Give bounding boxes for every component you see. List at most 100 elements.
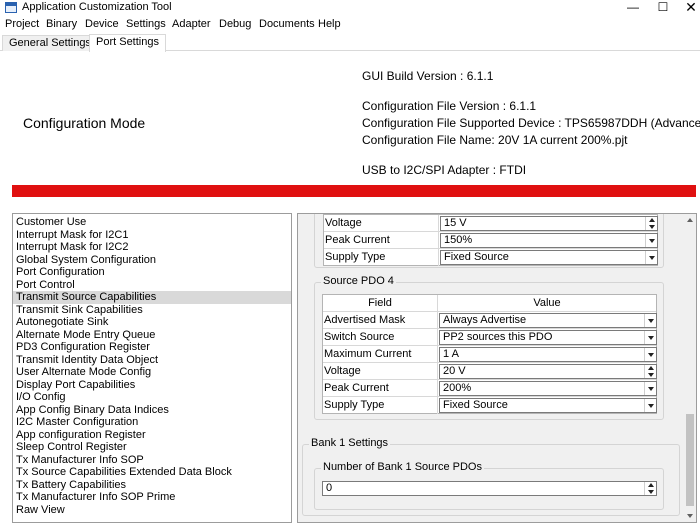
list-item[interactable]: Display Port Capabilities xyxy=(13,379,291,392)
table-row: Voltage 15 V xyxy=(324,215,658,232)
maximize-button[interactable]: ☐ xyxy=(648,0,678,16)
voltage-spinbox[interactable]: 20 V xyxy=(439,364,657,379)
list-item[interactable]: App Config Binary Data Indices xyxy=(13,404,291,417)
chevron-down-icon[interactable] xyxy=(644,314,656,327)
cell-value: Fixed Source xyxy=(444,251,509,263)
cell-value: 150% xyxy=(444,234,473,246)
spin-arrows-icon[interactable] xyxy=(644,365,656,378)
close-button[interactable]: ✕ xyxy=(676,0,700,16)
list-item[interactable]: Tx Battery Capabilities xyxy=(13,479,291,492)
scroll-up-icon[interactable] xyxy=(684,214,696,226)
column-header-value: Value xyxy=(533,297,561,309)
list-item[interactable]: I/O Config xyxy=(13,391,291,404)
list-item[interactable]: Tx Source Capabilities Extended Data Blo… xyxy=(13,466,291,479)
window-title: Application Customization Tool xyxy=(22,1,172,13)
cell-value: 0 xyxy=(326,482,333,494)
peak-current-dropdown[interactable]: 200% xyxy=(439,381,657,396)
pdo4-title: Source PDO 4 xyxy=(321,275,396,287)
list-item[interactable]: PD3 Configuration Register xyxy=(13,341,291,354)
config-supported-device: Configuration File Supported Device : TP… xyxy=(362,116,700,130)
chevron-down-icon[interactable] xyxy=(644,348,656,361)
peak-current-dropdown[interactable]: 150% xyxy=(440,233,658,248)
status-bar-red xyxy=(12,185,696,197)
table-header-row: Field Value xyxy=(323,295,656,312)
settings-panel: Voltage 15 V Peak Current 150% Supply Ty… xyxy=(297,213,697,523)
menu-adapter[interactable]: Adapter xyxy=(172,18,211,30)
list-item[interactable]: Tx Manufacturer Info SOP Prime xyxy=(13,491,291,504)
pdo3-group: Voltage 15 V Peak Current 150% Supply Ty… xyxy=(314,214,664,268)
chevron-down-icon[interactable] xyxy=(645,251,657,264)
list-item[interactable]: Transmit Identity Data Object xyxy=(13,354,291,367)
cell-value: PP2 sources this PDO xyxy=(443,331,553,343)
list-item[interactable]: User Alternate Mode Config xyxy=(13,366,291,379)
row-label: Voltage xyxy=(324,365,361,377)
list-item[interactable]: App configuration Register xyxy=(13,429,291,442)
list-item[interactable]: Port Control xyxy=(13,279,291,292)
panel-scrollbar[interactable] xyxy=(684,214,696,522)
row-label: Voltage xyxy=(325,217,362,229)
list-item[interactable]: Interrupt Mask for I2C2 xyxy=(13,241,291,254)
title-bar: Application Customization Tool — ☐ ✕ xyxy=(0,0,700,16)
app-icon xyxy=(5,2,17,13)
pdo4-table: Field Value Advertised Mask Always Adver… xyxy=(322,294,657,414)
menu-debug[interactable]: Debug xyxy=(219,18,251,30)
list-item[interactable]: Customer Use xyxy=(13,216,291,229)
chevron-down-icon[interactable] xyxy=(645,234,657,247)
bank1-subgroup-title: Number of Bank 1 Source PDOs xyxy=(321,461,484,473)
row-label: Supply Type xyxy=(325,251,386,263)
mode-label: Configuration Mode xyxy=(23,115,146,131)
list-item[interactable]: Tx Manufacturer Info SOP xyxy=(13,454,291,467)
list-item[interactable]: Sleep Control Register xyxy=(13,441,291,454)
cell-value: Always Advertise xyxy=(443,314,527,326)
maximum-current-dropdown[interactable]: 1 A xyxy=(439,347,657,362)
menu-documents[interactable]: Documents xyxy=(259,18,315,30)
table-row: Voltage 20 V xyxy=(323,363,657,380)
minimize-button[interactable]: — xyxy=(618,0,648,16)
cell-value: 15 V xyxy=(444,217,467,229)
scroll-thumb[interactable] xyxy=(686,414,694,506)
chevron-down-icon[interactable] xyxy=(644,382,656,395)
tab-strip: General Settings Port Settings xyxy=(0,34,700,52)
list-item[interactable]: Alternate Mode Entry Queue xyxy=(13,329,291,342)
tab-port-settings[interactable]: Port Settings xyxy=(89,34,166,52)
table-row: Supply Type Fixed Source xyxy=(324,249,658,266)
config-file-version: Configuration File Version : 6.1.1 xyxy=(362,99,537,113)
list-item[interactable]: Global System Configuration xyxy=(13,254,291,267)
supply-type-dropdown[interactable]: Fixed Source xyxy=(440,250,658,265)
gui-build-version: GUI Build Version : 6.1.1 xyxy=(362,69,494,83)
supply-type-dropdown[interactable]: Fixed Source xyxy=(439,398,657,413)
table-row: Maximum Current 1 A xyxy=(323,346,657,363)
menu-settings[interactable]: Settings xyxy=(126,18,166,30)
table-row: Supply Type Fixed Source xyxy=(323,397,657,414)
table-row: Peak Current 200% xyxy=(323,380,657,397)
switch-source-dropdown[interactable]: PP2 sources this PDO xyxy=(439,330,657,345)
table-row: Peak Current 150% xyxy=(324,232,658,249)
voltage-spinbox[interactable]: 15 V xyxy=(440,216,658,231)
cell-value: 1 A xyxy=(443,348,459,360)
pdo3-table: Voltage 15 V Peak Current 150% Supply Ty… xyxy=(323,214,658,266)
chevron-down-icon[interactable] xyxy=(644,399,656,412)
list-item[interactable]: I2C Master Configuration xyxy=(13,416,291,429)
scroll-down-icon[interactable] xyxy=(684,510,696,522)
adapter-info: USB to I2C/SPI Adapter : FTDI xyxy=(362,163,527,177)
menu-project[interactable]: Project xyxy=(5,18,39,30)
config-file-name: Configuration File Name: 20V 1A current … xyxy=(362,133,628,147)
list-item[interactable]: Autonegotiate Sink xyxy=(13,316,291,329)
register-list[interactable]: Customer Use Interrupt Mask for I2C1 Int… xyxy=(12,213,292,523)
list-item[interactable]: Port Configuration xyxy=(13,266,291,279)
bank1-pdo-count-spinbox[interactable]: 0 xyxy=(322,481,657,496)
list-item-selected[interactable]: Transmit Source Capabilities xyxy=(13,291,291,304)
menu-bar: Project Binary Device Settings Adapter D… xyxy=(0,16,700,34)
chevron-down-icon[interactable] xyxy=(644,331,656,344)
list-item[interactable]: Interrupt Mask for I2C1 xyxy=(13,229,291,242)
tab-general-settings[interactable]: General Settings xyxy=(2,35,98,51)
menu-device[interactable]: Device xyxy=(85,18,119,30)
row-label: Supply Type xyxy=(324,399,385,411)
spin-arrows-icon[interactable] xyxy=(644,482,656,495)
list-item[interactable]: Transmit Sink Capabilities xyxy=(13,304,291,317)
advertised-mask-dropdown[interactable]: Always Advertise xyxy=(439,313,657,328)
list-item[interactable]: Raw View xyxy=(13,504,291,517)
menu-binary[interactable]: Binary xyxy=(46,18,77,30)
spin-arrows-icon[interactable] xyxy=(645,217,657,230)
menu-help[interactable]: Help xyxy=(318,18,341,30)
